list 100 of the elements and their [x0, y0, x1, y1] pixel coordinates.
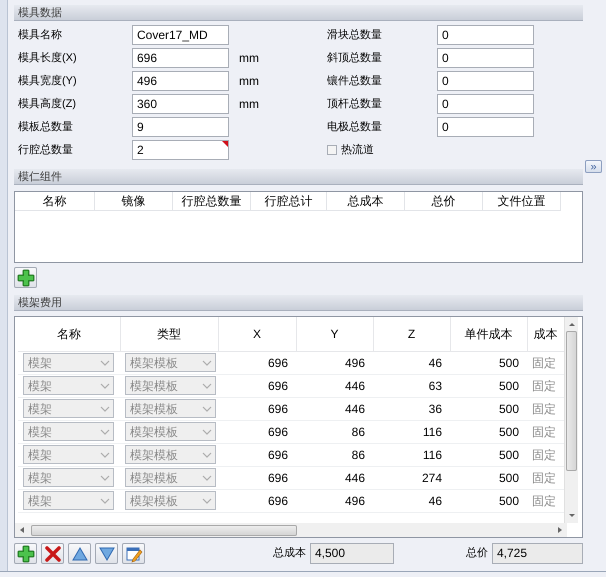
- field-label: 滑块总数量: [327, 28, 383, 43]
- edit-button[interactable]: [122, 543, 145, 564]
- total-price-field: 4,725: [492, 543, 583, 564]
- chevron-icon: [100, 428, 110, 434]
- add-button[interactable]: [14, 267, 37, 288]
- table-cell: 696: [218, 420, 296, 443]
- table-cell: 696: [218, 351, 296, 374]
- table-cell: 696: [218, 443, 296, 466]
- column-header: Y: [296, 317, 373, 351]
- chevron-icon: [202, 406, 212, 412]
- horizontal-scrollbar[interactable]: [15, 523, 567, 537]
- column-header: 单件成本: [450, 317, 527, 351]
- checkbox-label: 热流道: [341, 142, 374, 158]
- field-label: 顶杆总数量: [327, 96, 383, 112]
- chevron-icon: [202, 382, 212, 388]
- chevron-icon: [202, 452, 212, 458]
- unit-label: mm: [238, 96, 260, 113]
- chevron-icon: [100, 360, 110, 366]
- table-cell: 696: [218, 374, 296, 397]
- column-header: Z: [373, 317, 450, 351]
- text-field[interactable]: 2: [132, 140, 229, 160]
- field-label: 模具名称: [18, 28, 63, 43]
- chevron-icon: [202, 360, 212, 366]
- section-header: 模架费用: [14, 295, 583, 311]
- table-cell: 500: [450, 489, 527, 512]
- table-cell: 446: [296, 374, 373, 397]
- chevron-icon: [100, 406, 110, 412]
- total-cost-label: 总成本: [273, 546, 306, 562]
- table-cell: 446: [296, 466, 373, 489]
- table-cell: 116: [373, 420, 450, 443]
- table-cell: 696: [218, 397, 296, 420]
- flag-marker: [222, 141, 228, 147]
- text-field[interactable]: 0: [437, 94, 534, 114]
- move-up-button[interactable]: [68, 543, 91, 564]
- plus-icon: [16, 544, 34, 562]
- table-cell: 274: [373, 466, 450, 489]
- table-pencil-icon: [124, 544, 142, 562]
- chevron-icon: [100, 498, 110, 504]
- vertical-scrollbar[interactable]: [564, 317, 578, 523]
- field-label: 模具高度(Z): [18, 96, 78, 112]
- chevron-icon: [100, 382, 110, 388]
- scroll-left-icon: [19, 526, 25, 534]
- x-icon: [44, 544, 62, 562]
- unit-label: mm: [238, 50, 260, 67]
- move-down-button[interactable]: [95, 543, 118, 564]
- table-cell: 496: [296, 351, 373, 374]
- text-field[interactable]: Cover17_MD: [132, 25, 229, 45]
- table-cell: 446: [296, 397, 373, 420]
- text-field[interactable]: 696: [132, 48, 229, 68]
- column-header: X: [218, 317, 296, 351]
- table-cell: 500: [450, 397, 527, 420]
- text-field[interactable]: 0: [437, 71, 534, 91]
- text-field[interactable]: 0: [437, 25, 534, 45]
- column-header: 总价: [405, 192, 483, 211]
- table-cell: 36: [373, 397, 450, 420]
- table-cell: 46: [373, 489, 450, 512]
- plus-icon: [16, 268, 34, 286]
- scroll-right-icon: [557, 526, 563, 534]
- table-cell: 86: [296, 420, 373, 443]
- delete-button[interactable]: [41, 543, 64, 564]
- column-header: 行腔总数量: [173, 192, 251, 211]
- table-cell: 500: [450, 420, 527, 443]
- table-cell: 696: [218, 489, 296, 512]
- down-triangle-icon: [98, 544, 116, 562]
- table-cell: 500: [450, 466, 527, 489]
- column-header: 名称: [18, 317, 120, 351]
- chevron-icon: [100, 452, 110, 458]
- column-header: 文件位置: [483, 192, 561, 211]
- column-header: 名称: [15, 192, 95, 211]
- text-field[interactable]: 360: [132, 94, 229, 114]
- field-label: 斜顶总数量: [327, 50, 383, 66]
- field-label: 电极总数量: [327, 120, 383, 135]
- chevron-icon: [202, 498, 212, 504]
- chevron-icon: [202, 428, 212, 434]
- unit-label: mm: [238, 73, 260, 90]
- text-field[interactable]: 0: [437, 117, 534, 137]
- field-label: 模板总数量: [18, 120, 74, 135]
- table-cell: 46: [373, 351, 450, 374]
- column-header: 类型: [120, 317, 218, 351]
- table-cell: 86: [296, 443, 373, 466]
- text-field[interactable]: 496: [132, 71, 229, 91]
- table-cell: 496: [296, 489, 373, 512]
- chevron-icon: [100, 474, 110, 480]
- column-header: 总成本: [327, 192, 405, 211]
- text-field[interactable]: 0: [437, 48, 534, 68]
- table-cell: 63: [373, 374, 450, 397]
- total-cost-field: 4,500: [310, 543, 394, 564]
- text-field[interactable]: 9: [132, 117, 229, 137]
- field-label: 模具长度(X): [18, 50, 78, 66]
- table-cell: 500: [450, 351, 527, 374]
- chevron-icon: [202, 474, 212, 480]
- column-header: 镜像: [95, 192, 173, 211]
- add-button[interactable]: [14, 543, 37, 564]
- expand-button[interactable]: »: [585, 160, 602, 173]
- table-cell: 696: [218, 466, 296, 489]
- table-cell: 500: [450, 443, 527, 466]
- table-cell: 116: [373, 443, 450, 466]
- checkbox[interactable]: [327, 145, 337, 155]
- section-header: 模仁组件: [14, 169, 583, 185]
- column-header: 行腔总计: [251, 192, 327, 211]
